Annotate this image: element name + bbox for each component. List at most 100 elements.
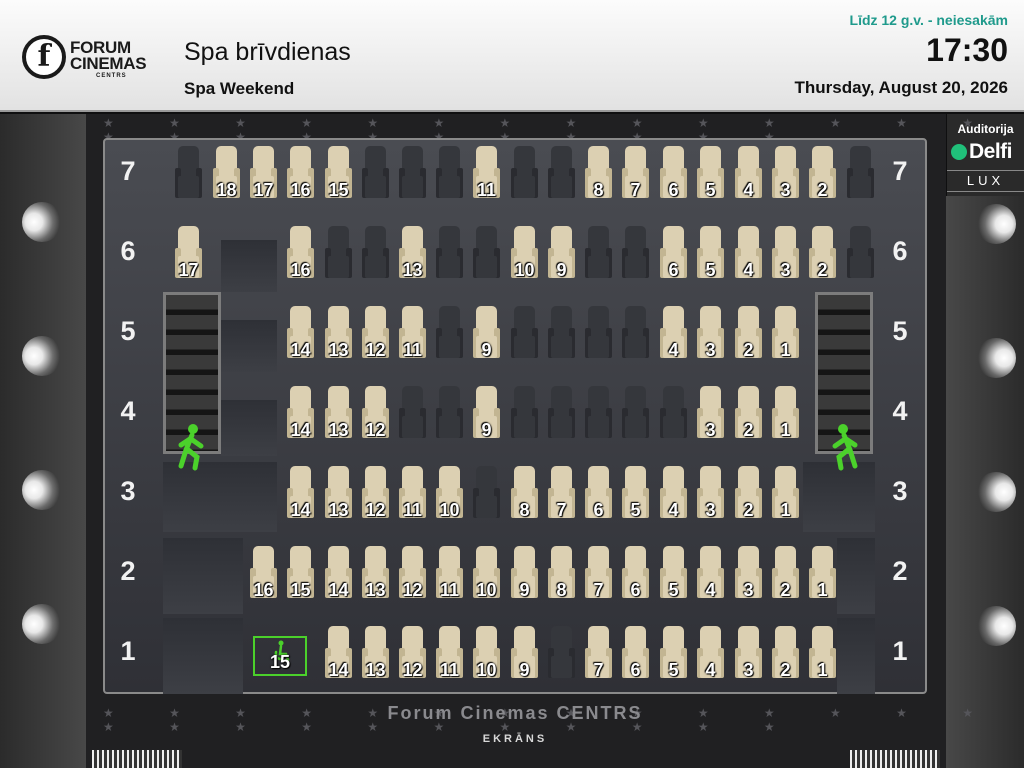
seat-available[interactable]: 12: [362, 466, 389, 524]
seat-available[interactable]: 15: [325, 146, 352, 204]
seat-available[interactable]: 3: [735, 546, 762, 604]
seat-available[interactable]: 9: [511, 626, 538, 684]
seat-available[interactable]: 13: [325, 306, 352, 364]
seat-number: 5: [630, 500, 641, 520]
seat-available[interactable]: 12: [362, 386, 389, 444]
seat-available[interactable]: 4: [660, 466, 687, 524]
stair-block: [837, 618, 875, 694]
seat-available[interactable]: 8: [511, 466, 538, 524]
seat-available[interactable]: 13: [362, 626, 389, 684]
seat-available[interactable]: 17: [175, 226, 202, 284]
seat-available[interactable]: 11: [436, 626, 463, 684]
seat-available[interactable]: 5: [622, 466, 649, 524]
seat-available[interactable]: 6: [585, 466, 612, 524]
seat-available[interactable]: 4: [735, 146, 762, 204]
seat-available[interactable]: 16: [287, 146, 314, 204]
showtime: 17:30: [926, 32, 1008, 68]
seat-available[interactable]: 14: [325, 626, 352, 684]
seat-available[interactable]: 9: [473, 386, 500, 444]
seat-available[interactable]: 9: [511, 546, 538, 604]
seat-available[interactable]: 14: [287, 306, 314, 364]
seat-available[interactable]: 2: [809, 226, 836, 284]
seat-available[interactable]: 10: [436, 466, 463, 524]
seat-available[interactable]: 6: [622, 626, 649, 684]
seat-available[interactable]: 13: [362, 546, 389, 604]
seat-number: 1: [780, 340, 791, 360]
seat-available[interactable]: 13: [325, 386, 352, 444]
seat-available[interactable]: 7: [585, 546, 612, 604]
seat-available[interactable]: 5: [697, 226, 724, 284]
seat-available[interactable]: 16: [287, 226, 314, 284]
seat-available[interactable]: 15: [287, 546, 314, 604]
seat-available[interactable]: 8: [548, 546, 575, 604]
seat-available[interactable]: 4: [697, 546, 724, 604]
seat-available[interactable]: 2: [772, 626, 799, 684]
seat-available[interactable]: 7: [585, 626, 612, 684]
seat-available[interactable]: 9: [473, 306, 500, 364]
screen-label: EKRĀNS: [482, 733, 548, 745]
seat-available[interactable]: 7: [548, 466, 575, 524]
seat-available[interactable]: 1: [809, 626, 836, 684]
seat-available[interactable]: 13: [325, 466, 352, 524]
seat-available[interactable]: 6: [660, 226, 687, 284]
seat-available[interactable]: 3: [735, 626, 762, 684]
seat-available[interactable]: 14: [325, 546, 352, 604]
seat-available[interactable]: 11: [399, 306, 426, 364]
logo-text-cinemas: CINEMAS: [70, 54, 147, 73]
seat-available[interactable]: 18: [213, 146, 240, 204]
seat-available[interactable]: 1: [772, 306, 799, 364]
seat-available[interactable]: 1: [809, 546, 836, 604]
seat-cushion: [850, 256, 871, 278]
seat-available[interactable]: 16: [250, 546, 277, 604]
seat-available[interactable]: 8: [585, 146, 612, 204]
seat-available[interactable]: 11: [399, 466, 426, 524]
seat-available[interactable]: 6: [622, 546, 649, 604]
seat-available[interactable]: 3: [772, 226, 799, 284]
seat-available[interactable]: 12: [399, 546, 426, 604]
seat-occupied: [660, 386, 687, 444]
wheelchair-seat[interactable]: 15: [253, 636, 307, 676]
seat-available[interactable]: 11: [473, 146, 500, 204]
seat-available[interactable]: 5: [697, 146, 724, 204]
forum-cinemas-logo: f FORUM CINEMAS CENTRS: [22, 33, 152, 81]
stair-block: [163, 538, 243, 614]
seat-available[interactable]: 3: [772, 146, 799, 204]
seat-available[interactable]: 1: [772, 386, 799, 444]
seat-available[interactable]: 13: [399, 226, 426, 284]
seat-available[interactable]: 11: [436, 546, 463, 604]
seat-available[interactable]: 7: [622, 146, 649, 204]
seat-available[interactable]: 1: [772, 466, 799, 524]
seat-available[interactable]: 3: [697, 466, 724, 524]
seat-available[interactable]: 10: [473, 546, 500, 604]
seat-available[interactable]: 6: [660, 146, 687, 204]
seat-available[interactable]: 2: [772, 546, 799, 604]
seat-number: 13: [402, 260, 423, 280]
seat-available[interactable]: 4: [697, 626, 724, 684]
seat-cushion: [439, 336, 460, 358]
seat-available[interactable]: 10: [473, 626, 500, 684]
seat-available[interactable]: 5: [660, 546, 687, 604]
seat-occupied: [436, 226, 463, 284]
seat-available[interactable]: 2: [735, 386, 762, 444]
seat-available[interactable]: 12: [399, 626, 426, 684]
seat-available[interactable]: 3: [697, 306, 724, 364]
seat-cushion: [402, 176, 423, 198]
seat-available[interactable]: 10: [511, 226, 538, 284]
seat-available[interactable]: 2: [735, 466, 762, 524]
seat-occupied: [622, 386, 649, 444]
row-label-left: 7: [120, 156, 136, 186]
seat-cushion: [625, 416, 646, 438]
stair-block: [221, 400, 277, 456]
seat-available[interactable]: 4: [735, 226, 762, 284]
seat-available[interactable]: 14: [287, 386, 314, 444]
seat-available[interactable]: 2: [735, 306, 762, 364]
seat-available[interactable]: 14: [287, 466, 314, 524]
seat-available[interactable]: 5: [660, 626, 687, 684]
seat-available[interactable]: 4: [660, 306, 687, 364]
seat-available[interactable]: 3: [697, 386, 724, 444]
seat-number: 9: [556, 260, 567, 280]
seat-available[interactable]: 2: [809, 146, 836, 204]
seat-available[interactable]: 9: [548, 226, 575, 284]
seat-available[interactable]: 17: [250, 146, 277, 204]
seat-available[interactable]: 12: [362, 306, 389, 364]
